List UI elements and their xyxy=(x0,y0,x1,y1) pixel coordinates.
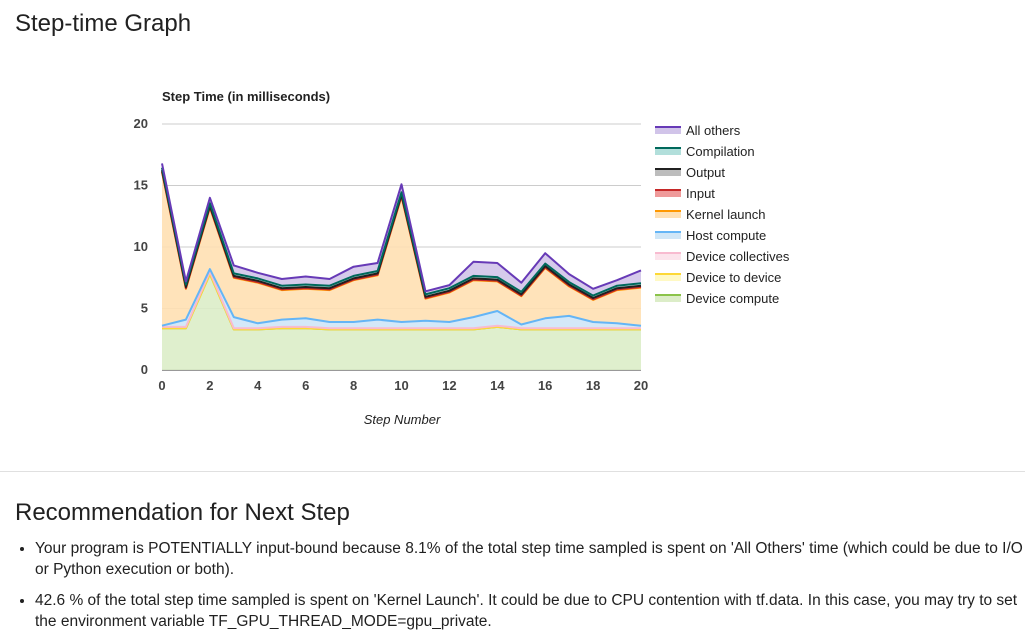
x-tick-label: 20 xyxy=(634,378,648,393)
y-tick-label: 5 xyxy=(141,301,148,316)
chart-title: Step Time (in milliseconds) xyxy=(162,89,330,104)
legend-item-host-compute[interactable]: Host compute xyxy=(655,228,766,243)
legend-item-device-to-device[interactable]: Device to device xyxy=(655,270,781,285)
x-tick-label: 8 xyxy=(350,378,357,393)
recommendation-item-kernel-launch: 42.6 % of the total step time sampled is… xyxy=(35,590,1025,632)
legend-swatch xyxy=(655,295,681,302)
chart-legend[interactable]: All others Compilation Output Input Kernel l… xyxy=(655,123,790,306)
legend-label: Device to device xyxy=(686,270,781,285)
x-tick-label: 4 xyxy=(254,378,262,393)
legend-swatch xyxy=(655,148,681,155)
recommendation-item-input-bound: Your program is POTENTIALLY input-bound … xyxy=(35,538,1025,580)
x-tick-label: 10 xyxy=(394,378,408,393)
legend-swatch xyxy=(655,190,681,197)
recommendation-title: Recommendation for Next Step xyxy=(15,499,350,526)
legend-item-all-others[interactable]: All others xyxy=(655,123,741,138)
legend-label: Input xyxy=(686,186,715,201)
legend-swatch xyxy=(655,253,681,260)
legend-label: Device collectives xyxy=(686,249,790,264)
legend-label: Output xyxy=(686,165,725,180)
legend-swatch xyxy=(655,274,681,281)
legend-label: Host compute xyxy=(686,228,766,243)
page-title: Step-time Graph xyxy=(15,10,192,37)
legend-item-input[interactable]: Input xyxy=(655,186,715,201)
x-tick-label: 16 xyxy=(538,378,552,393)
legend-item-output[interactable]: Output xyxy=(655,165,725,180)
legend-label: All others xyxy=(686,123,741,138)
legend-swatch xyxy=(655,127,681,134)
step-time-chart-svg: 0 5 10 15 20 0 2 4 6 8 10 12 14 16 18 20 All others Comp… xyxy=(134,89,790,427)
legend-item-device-compute[interactable]: Device compute xyxy=(655,291,779,306)
legend-swatch xyxy=(655,169,681,176)
legend-swatch xyxy=(655,232,681,239)
recommendation-list: Your program is POTENTIALLY input-bound … xyxy=(15,538,1025,642)
x-tick-label: 18 xyxy=(586,378,600,393)
x-axis-label: Step Number xyxy=(364,412,441,427)
y-tick-label: 20 xyxy=(134,116,148,131)
legend-item-device-collectives[interactable]: Device collectives xyxy=(655,249,790,264)
y-tick-label: 10 xyxy=(134,239,148,254)
legend-label: Compilation xyxy=(686,144,755,159)
legend-label: Device compute xyxy=(686,291,779,306)
legend-item-compilation[interactable]: Compilation xyxy=(655,144,755,159)
y-tick-label: 0 xyxy=(141,362,148,377)
x-tick-label: 0 xyxy=(158,378,165,393)
section-divider xyxy=(0,471,1025,472)
x-tick-label: 6 xyxy=(302,378,309,393)
legend-label: Kernel launch xyxy=(686,207,766,222)
legend-swatch xyxy=(655,211,681,218)
legend-item-kernel-launch[interactable]: Kernel launch xyxy=(655,207,766,222)
x-tick-label: 2 xyxy=(206,378,213,393)
x-tick-label: 12 xyxy=(442,378,456,393)
y-tick-label: 15 xyxy=(134,178,148,193)
x-tick-label: 14 xyxy=(490,378,505,393)
step-time-chart: 0 5 10 15 20 0 2 4 6 8 10 12 14 16 18 20 All others Comp… xyxy=(0,50,1025,470)
